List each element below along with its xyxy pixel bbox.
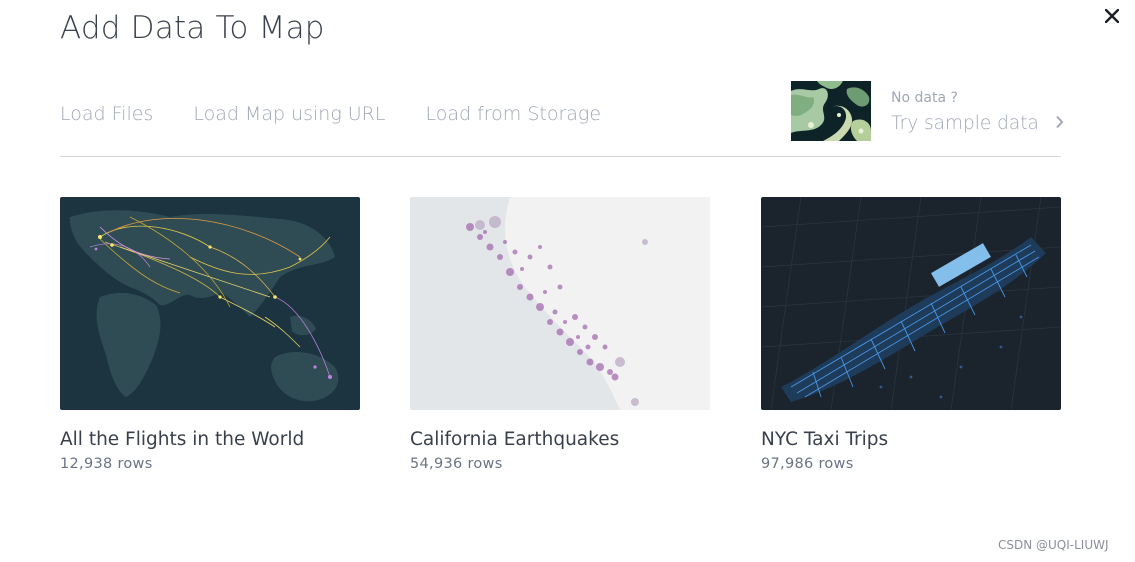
dataset-row-count: 12,938 rows: [60, 456, 153, 472]
dataset-title: All the Flights in the World: [60, 429, 305, 450]
dataset-title: NYC Taxi Trips: [761, 429, 889, 450]
no-data-label: No data ?: [891, 90, 958, 106]
tab-load-files[interactable]: Load Files: [60, 103, 153, 125]
chevron-right-icon: [1055, 113, 1064, 134]
flights-map-thumbnail: [60, 197, 360, 410]
dataset-card-flights[interactable]: All the Flights in the World 12,938 rows: [60, 197, 360, 472]
watermark: CSDN @UQI-LIUWJ: [998, 538, 1109, 552]
dataset-row-count: 54,936 rows: [410, 456, 503, 472]
sample-data-thumbnail[interactable]: [791, 81, 871, 141]
taxi-map-thumbnail: [761, 197, 1061, 410]
tab-load-storage[interactable]: Load from Storage: [425, 103, 601, 125]
dataset-title: California Earthquakes: [410, 429, 620, 450]
try-sample-data-link[interactable]: Try sample data: [891, 113, 1064, 134]
close-button[interactable]: [1100, 4, 1124, 28]
dataset-card-taxi[interactable]: NYC Taxi Trips 97,986 rows: [761, 197, 1061, 472]
modal-title: Add Data To Map: [60, 10, 325, 46]
dataset-card-earthquakes[interactable]: California Earthquakes 54,936 rows: [410, 197, 710, 472]
close-icon: [1105, 9, 1119, 23]
try-sample-data-label: Try sample data: [891, 113, 1039, 134]
dataset-row-count: 97,986 rows: [761, 456, 854, 472]
earthquakes-map-thumbnail: [410, 197, 710, 410]
divider: [60, 156, 1061, 157]
load-tabs: Load Files Load Map using URL Load from …: [60, 103, 601, 125]
tab-load-map-url[interactable]: Load Map using URL: [193, 103, 385, 125]
